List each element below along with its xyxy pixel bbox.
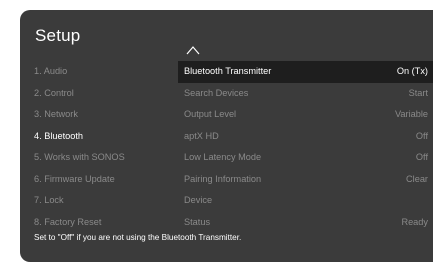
- menu-item-audio[interactable]: 1. Audio: [34, 61, 125, 83]
- setting-row-search-devices[interactable]: Search Devices Start: [178, 83, 433, 105]
- setting-name: Bluetooth Transmitter: [184, 66, 272, 76]
- setting-name: Search Devices: [184, 87, 249, 98]
- menu-item-network[interactable]: 3. Network: [34, 104, 125, 126]
- chevron-up-icon[interactable]: [186, 46, 200, 55]
- setting-value: Start: [408, 87, 428, 98]
- setting-value: Variable: [394, 109, 428, 119]
- setting-row-output-level[interactable]: Output Level Variable: [178, 104, 433, 126]
- menu-item-firmware-update[interactable]: 6. Firmware Update: [34, 169, 125, 191]
- menu-item-factory-reset[interactable]: 8. Factory Reset: [34, 212, 125, 234]
- setting-name: aptX HD: [184, 130, 219, 141]
- setting-row-low-latency-mode[interactable]: Low Latency Mode Off: [178, 147, 433, 169]
- setting-value: On (Tx): [396, 66, 428, 76]
- setting-value: Ready: [401, 216, 428, 227]
- setting-row-status[interactable]: Status Ready: [178, 212, 433, 234]
- setting-value: Off: [415, 152, 428, 162]
- setting-row-bluetooth-transmitter[interactable]: Bluetooth Transmitter On (Tx): [178, 61, 433, 83]
- setting-name: Output Level: [184, 109, 237, 119]
- setting-row-device[interactable]: Device: [178, 190, 433, 212]
- setup-screen: Setup 1. Audio 2. Control 3. Network 4. …: [20, 10, 433, 262]
- setting-value: Clear: [406, 173, 428, 184]
- bluetooth-settings-list: Bluetooth Transmitter On (Tx) Search Dev…: [178, 61, 433, 233]
- menu-item-bluetooth[interactable]: 4. Bluetooth: [34, 126, 125, 148]
- setting-row-aptx-hd[interactable]: aptX HD Off: [178, 126, 433, 148]
- menu-item-lock[interactable]: 7. Lock: [34, 190, 125, 212]
- setup-menu: 1. Audio 2. Control 3. Network 4. Blueto…: [34, 61, 125, 233]
- menu-item-works-with-sonos[interactable]: 5. Works with SONOS: [34, 147, 125, 169]
- setting-value: Off: [415, 130, 428, 141]
- help-text: Set to "Off" if you are not using the Bl…: [34, 233, 242, 242]
- page-title: Setup: [35, 26, 81, 45]
- setting-name: Device: [184, 195, 213, 205]
- setting-name: Pairing Information: [184, 173, 262, 184]
- setting-name: Low Latency Mode: [184, 152, 262, 162]
- setting-row-pairing-information[interactable]: Pairing Information Clear: [178, 169, 433, 191]
- menu-item-control[interactable]: 2. Control: [34, 83, 125, 105]
- setting-name: Status: [184, 216, 211, 227]
